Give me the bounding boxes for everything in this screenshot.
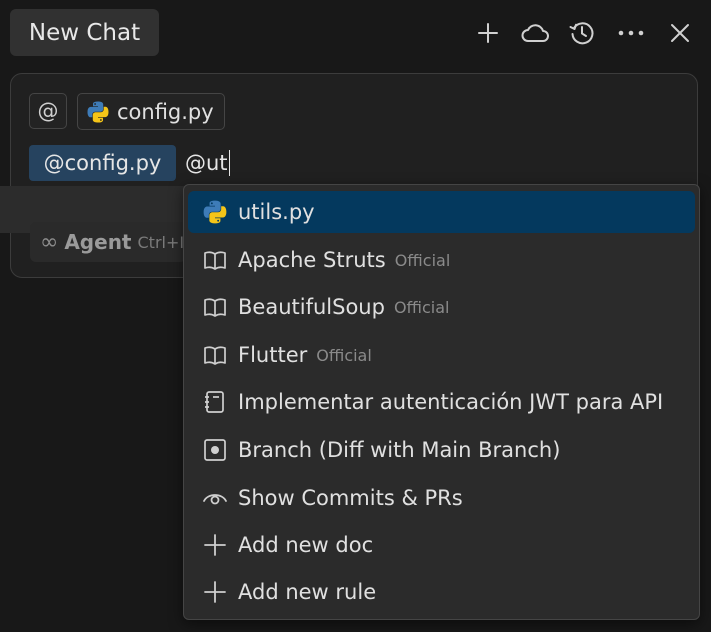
official-badge: Official: [393, 297, 450, 317]
mention-dropdown: utils.py Apache Struts Official Beautifu…: [183, 184, 700, 620]
context-file-pill[interactable]: config.py: [77, 93, 225, 130]
dropdown-item-label: Apache Struts: [238, 248, 386, 272]
close-button[interactable]: [663, 16, 697, 50]
dropdown-item-utils[interactable]: utils.py: [188, 191, 695, 233]
add-context-button[interactable]: @: [29, 93, 67, 129]
mode-shortcut: Ctrl+I: [137, 232, 185, 252]
typed-query: @ut: [185, 151, 228, 175]
dropdown-item-show-commits[interactable]: Show Commits & PRs: [188, 477, 695, 519]
new-chat-button[interactable]: [471, 16, 505, 50]
chat-panel: New Chat @ config.py @config.py @ut ∞ Ag…: [0, 0, 711, 632]
eye-icon: [203, 494, 227, 505]
history-icon: [569, 22, 594, 45]
dropdown-item-label: Flutter: [238, 343, 308, 367]
mention-config[interactable]: @config.py: [29, 145, 176, 181]
dropdown-item-label: Add new rule: [238, 580, 377, 604]
python-icon: [203, 200, 227, 224]
dropdown-item-label: Show Commits & PRs: [238, 486, 463, 510]
context-file-label: config.py: [117, 99, 214, 124]
dropdown-item-label: utils.py: [238, 200, 315, 224]
infinity-icon: ∞: [40, 229, 59, 255]
cloud-button[interactable]: [518, 16, 552, 50]
dropdown-item-label: Implementar autenticación JWT para API: [238, 390, 664, 414]
branch-diff-icon: [204, 439, 226, 461]
dropdown-item-add-rule[interactable]: Add new rule: [188, 571, 695, 613]
dropdown-item-beautifulsoup[interactable]: BeautifulSoup Official: [188, 286, 695, 328]
python-icon: [87, 101, 109, 122]
mode-label: Agent: [64, 230, 132, 254]
dropdown-item-label: Branch (Diff with Main Branch): [238, 438, 561, 462]
close-icon: [671, 24, 689, 42]
mention-label: @config.py: [43, 151, 162, 175]
chat-input[interactable]: @ut: [185, 146, 231, 180]
dropdown-item-add-doc[interactable]: Add new doc: [188, 524, 695, 566]
chat-tab-title[interactable]: New Chat: [10, 9, 159, 56]
dropdown-item-label: Add new doc: [238, 533, 374, 557]
official-badge: Official: [316, 345, 372, 365]
book-icon: [204, 298, 226, 317]
book-icon: [204, 251, 226, 270]
cloud-icon: [521, 24, 549, 42]
dropdown-item-apache-struts[interactable]: Apache Struts Official: [188, 239, 695, 281]
dropdown-item-branch-diff[interactable]: Branch (Diff with Main Branch): [188, 429, 695, 471]
dropdown-item-flutter[interactable]: Flutter Official: [188, 334, 695, 376]
plus-icon: [204, 581, 226, 603]
mode-selector[interactable]: ∞ Agent Ctrl+I: [30, 222, 186, 262]
notebook-icon: [205, 391, 224, 413]
dropdown-item-label: BeautifulSoup: [238, 295, 385, 319]
chat-title: New Chat: [28, 19, 141, 46]
history-button[interactable]: [565, 16, 599, 50]
text-caret: [228, 150, 231, 176]
more-button[interactable]: [614, 16, 648, 50]
dropdown-item-notebook[interactable]: Implementar autenticación JWT para API: [188, 381, 695, 423]
at-symbol-icon: @: [37, 99, 59, 123]
plus-icon: [204, 534, 226, 556]
official-badge: Official: [394, 250, 451, 270]
new-chat-icon: [478, 23, 498, 43]
book-icon: [204, 346, 226, 365]
more-icon: [618, 30, 644, 36]
